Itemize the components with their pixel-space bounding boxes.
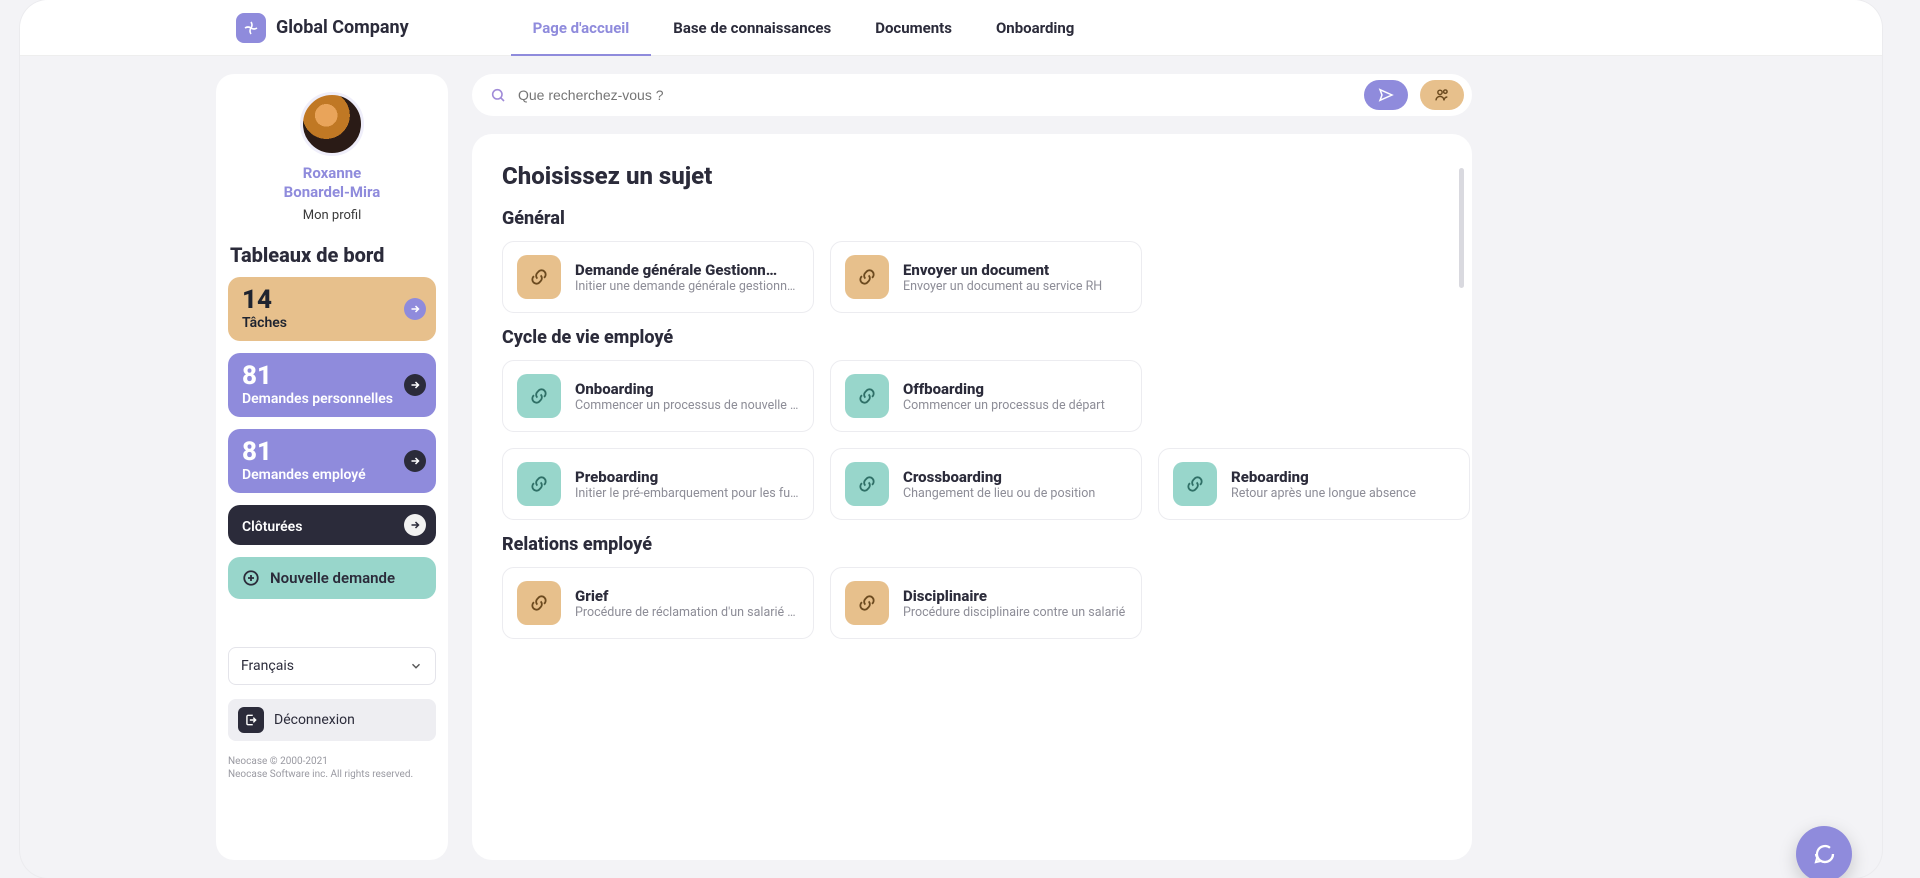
dash-closed[interactable]: Clôturées — [228, 505, 436, 545]
brand-logo[interactable]: Global Company — [236, 13, 409, 43]
section-relations-grid: GriefProcédure de réclamation d'un salar… — [502, 567, 1442, 639]
search-bar — [472, 74, 1472, 116]
logout-label: Déconnexion — [274, 712, 355, 728]
logout-icon — [238, 707, 264, 733]
new-request-label: Nouvelle demande — [270, 569, 395, 587]
dash-tasks[interactable]: 14 Tâches — [228, 277, 436, 341]
link-icon — [517, 462, 561, 506]
arrow-right-icon — [404, 374, 426, 396]
topic-panel: Choisissez un sujet Général Demande géné… — [472, 134, 1472, 860]
nav-knowledge-base[interactable]: Base de connaissances — [669, 1, 835, 55]
dash-tasks-label: Tâches — [242, 315, 422, 331]
topic-title: Preboarding — [575, 468, 799, 486]
dash-personal-label: Demandes personnelles — [242, 391, 422, 407]
topic-onboarding[interactable]: OnboardingCommencer un processus de nouv… — [502, 360, 814, 432]
topic-title: Envoyer un document — [903, 261, 1102, 279]
brand-name: Global Company — [276, 17, 409, 38]
topic-desc: Commencer un processus de départ — [903, 398, 1105, 413]
nav-home[interactable]: Page d'accueil — [529, 1, 634, 55]
user-name: RoxanneBonardel-Mira — [228, 164, 436, 202]
topic-title: Grief — [575, 587, 799, 605]
topic-crossboarding[interactable]: CrossboardingChangement de lieu ou de po… — [830, 448, 1142, 520]
link-icon — [845, 462, 889, 506]
sidebar: RoxanneBonardel-Mira Mon profil Tableaux… — [216, 74, 448, 860]
nav-onboarding[interactable]: Onboarding — [992, 1, 1078, 55]
avatar[interactable] — [300, 92, 364, 156]
panel-title: Choisissez un sujet — [502, 162, 1442, 190]
section-general-grid: Demande générale Gestionn…Initier une de… — [502, 241, 1442, 313]
send-button[interactable] — [1364, 80, 1408, 110]
people-button[interactable] — [1420, 80, 1464, 110]
topic-desc: Retour après une longue absence — [1231, 486, 1416, 501]
link-icon — [517, 255, 561, 299]
logo-icon — [236, 13, 266, 43]
topic-desc: Commencer un processus de nouvelle e… — [575, 398, 799, 413]
topic-title: Crossboarding — [903, 468, 1095, 486]
section-general-heading: Général — [502, 208, 1442, 229]
topic-offboarding[interactable]: OffboardingCommencer un processus de dép… — [830, 360, 1142, 432]
dashboards-title: Tableaux de bord — [230, 243, 434, 267]
topic-desc: Procédure disciplinaire contre un salari… — [903, 605, 1125, 620]
section-relations-heading: Relations employé — [502, 534, 1442, 555]
dash-employee-requests[interactable]: 81 Demandes employé — [228, 429, 436, 493]
section-cycle-heading: Cycle de vie employé — [502, 327, 1442, 348]
link-icon — [845, 255, 889, 299]
search-input[interactable] — [518, 87, 1352, 103]
topic-general-request[interactable]: Demande générale Gestionn…Initier une de… — [502, 241, 814, 313]
dash-personal-count: 81 — [242, 363, 422, 389]
dash-employee-label: Demandes employé — [242, 467, 422, 483]
plus-circle-icon — [242, 569, 260, 587]
new-request-button[interactable]: Nouvelle demande — [228, 557, 436, 599]
dash-personal-requests[interactable]: 81 Demandes personnelles — [228, 353, 436, 417]
content: RoxanneBonardel-Mira Mon profil Tableaux… — [20, 56, 1882, 878]
my-profile-link[interactable]: Mon profil — [228, 208, 436, 223]
topic-desc: Initier une demande générale gestionnair… — [575, 279, 799, 294]
app-frame: Global Company Page d'accueil Base de co… — [20, 0, 1882, 878]
scrollbar[interactable] — [1459, 168, 1464, 288]
chevron-down-icon — [409, 659, 423, 673]
legal-text: Neocase © 2000-2021 Neocase Software inc… — [228, 755, 436, 781]
dash-employee-count: 81 — [242, 439, 422, 465]
topic-send-document[interactable]: Envoyer un documentEnvoyer un document a… — [830, 241, 1142, 313]
topbar: Global Company Page d'accueil Base de co… — [20, 0, 1882, 56]
arrow-right-icon — [404, 298, 426, 320]
topic-title: Disciplinaire — [903, 587, 1125, 605]
link-icon — [517, 581, 561, 625]
top-nav: Page d'accueil Base de connaissances Doc… — [529, 1, 1079, 55]
send-icon — [1378, 87, 1394, 103]
topic-desc: Changement de lieu ou de position — [903, 486, 1095, 501]
main: Choisissez un sujet Général Demande géné… — [472, 74, 1472, 860]
topic-reboarding[interactable]: ReboardingRetour après une longue absenc… — [1158, 448, 1470, 520]
logout-button[interactable]: Déconnexion — [228, 699, 436, 741]
topic-title: Onboarding — [575, 380, 799, 398]
section-cycle-grid: OnboardingCommencer un processus de nouv… — [502, 360, 1442, 520]
people-icon — [1434, 87, 1450, 103]
language-value: Français — [241, 658, 294, 674]
language-select[interactable]: Français — [228, 647, 436, 685]
topic-title: Offboarding — [903, 380, 1105, 398]
arrow-right-icon — [404, 514, 426, 536]
link-icon — [845, 374, 889, 418]
topic-desc: Procédure de réclamation d'un salarié c… — [575, 605, 799, 620]
topic-desc: Envoyer un document au service RH — [903, 279, 1102, 294]
link-icon — [1173, 462, 1217, 506]
dash-tasks-count: 14 — [242, 287, 422, 313]
topic-disciplinaire[interactable]: DisciplinaireProcédure disciplinaire con… — [830, 567, 1142, 639]
chat-fab[interactable] — [1796, 826, 1852, 878]
chat-icon — [1812, 842, 1836, 866]
topic-desc: Initier le pré-embarquement pour les fut… — [575, 486, 799, 501]
link-icon — [517, 374, 561, 418]
topic-preboarding[interactable]: PreboardingInitier le pré-embarquement p… — [502, 448, 814, 520]
arrow-right-icon — [404, 450, 426, 472]
dash-closed-label: Clôturées — [242, 519, 422, 535]
nav-documents[interactable]: Documents — [871, 1, 956, 55]
topic-grief[interactable]: GriefProcédure de réclamation d'un salar… — [502, 567, 814, 639]
link-icon — [845, 581, 889, 625]
topic-title: Demande générale Gestionn… — [575, 261, 799, 279]
search-icon — [490, 87, 506, 103]
topic-title: Reboarding — [1231, 468, 1416, 486]
